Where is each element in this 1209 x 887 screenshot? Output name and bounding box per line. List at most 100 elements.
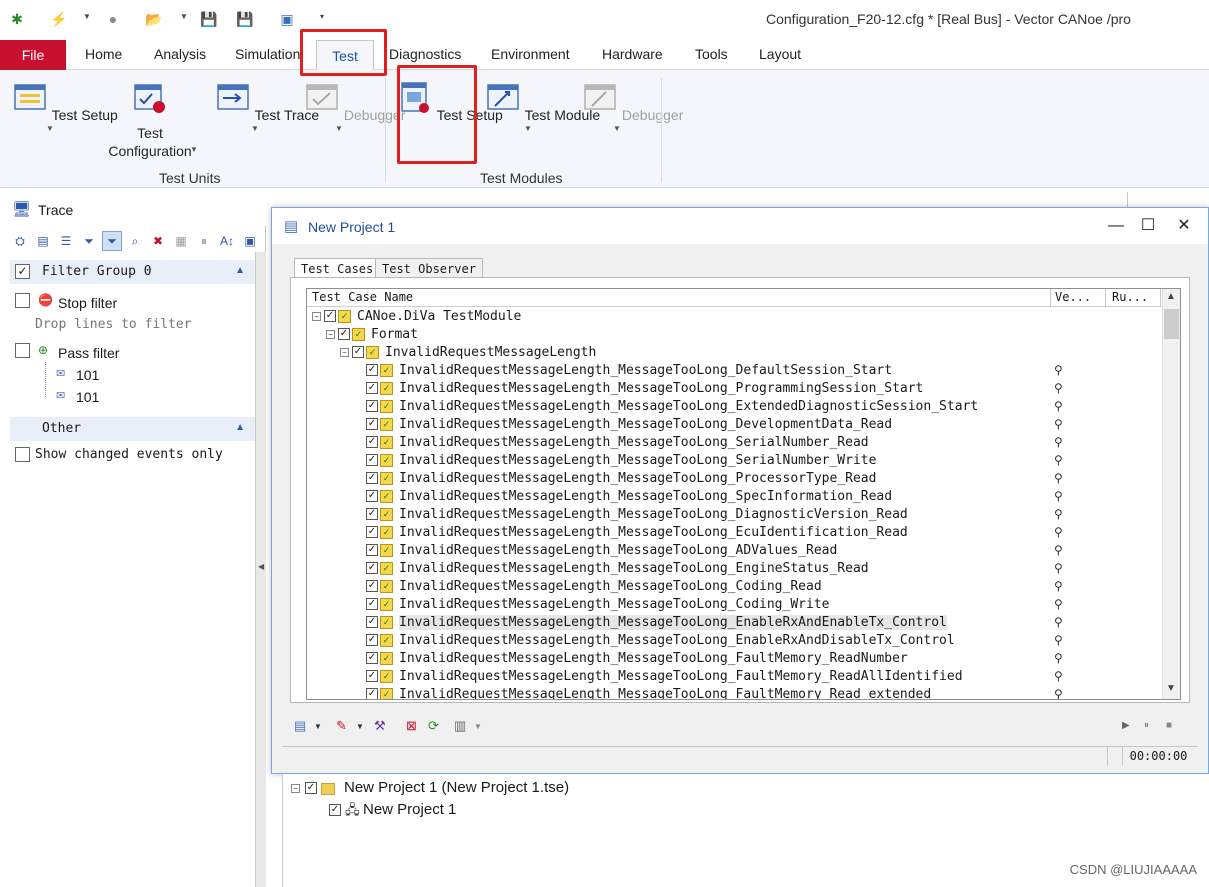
node-checkbox[interactable]: ✓ [329,804,341,816]
test-module-button[interactable]: Test Module ▼ [485,80,600,134]
filter-group-checkbox[interactable]: ✓ [15,264,30,279]
test-case-tree[interactable]: Test Case Name Ve... Ru... − ✓ ✓ CANoe.D… [306,288,1181,700]
minimize-button[interactable]: — [1106,216,1126,236]
test-case-checkbox[interactable]: ✓ [366,634,378,646]
run-icon[interactable]: ▶ [1122,720,1130,731]
test-case-row[interactable]: ✓ ✓ InvalidRequestMessageLength_MessageToo… [307,434,1162,452]
tab-layout[interactable]: Layout [759,46,801,68]
test-case-row[interactable]: ✓ ✓ InvalidRequestMessageLength_MessageToo… [307,578,1162,596]
collapse-node-icon[interactable]: − [326,330,335,339]
delete-icon[interactable]: ✖ [148,231,168,251]
columns-icon[interactable]: ☰ [56,231,76,251]
column-separator[interactable] [1105,289,1106,307]
chart-icon[interactable]: ▤ [33,231,53,251]
test-case-row[interactable]: ✓ ✓ InvalidRequestMessageLength_MessageToo… [307,686,1162,699]
close-button[interactable]: ✕ [1174,216,1194,236]
test-case-checkbox[interactable]: ✓ [366,400,378,412]
pass-filter-item[interactable]: 101 [76,389,99,405]
clear-icon[interactable]: ▦ [171,231,191,251]
collapse-icon[interactable]: ▲ [235,422,245,433]
chevron-down-icon[interactable]: ▼ [83,12,91,21]
show-changed-checkbox[interactable] [15,447,30,462]
column-runs[interactable]: Ru... [1112,290,1148,304]
pass-filter-item[interactable]: 101 [76,367,99,383]
test-case-row[interactable]: ✓ ✓ InvalidRequestMessageLength_MessageToo… [307,614,1162,632]
collapse-node-icon[interactable]: − [312,312,321,321]
test-case-checkbox[interactable]: ✓ [366,382,378,394]
test-case-row[interactable]: ✓ ✓ InvalidRequestMessageLength_MessageToo… [307,416,1162,434]
column-test-case-name[interactable]: Test Case Name [312,290,413,304]
tree-node-group[interactable]: − ✓ ✓ Format [307,326,1162,344]
tab-analysis[interactable]: Analysis [154,46,206,68]
test-trace-button[interactable]: Test Trace ▼ [215,80,319,134]
test-case-row[interactable]: ✓ ✓ InvalidRequestMessageLength_MessageToo… [307,398,1162,416]
save-icon[interactable]: 💾 [200,10,218,28]
scroll-up-icon[interactable]: ▲ [1166,291,1176,302]
test-case-checkbox[interactable]: ✓ [366,472,378,484]
test-case-checkbox[interactable]: ✓ [366,652,378,664]
other-group-header[interactable]: Other ▲ [10,417,255,441]
node-checkbox[interactable]: ✓ [338,328,350,340]
text-size-icon[interactable]: A↕ [217,231,237,251]
panel-splitter[interactable]: ◀ [255,252,266,887]
stop-test-icon[interactable]: ⊠ [406,718,417,734]
funnel-active-icon[interactable]: ⏷ [102,231,122,251]
filter-icon[interactable]: ⛭ [10,231,30,251]
test-modules-debugger-button[interactable]: Debugger ▼ [582,80,683,134]
test-case-row[interactable]: ✓ ✓ InvalidRequestMessageLength_MessageToo… [307,668,1162,686]
test-case-checkbox[interactable]: ✓ [366,688,378,699]
test-case-row[interactable]: ✓ ✓ InvalidRequestMessageLength_MessageToo… [307,452,1162,470]
test-case-row[interactable]: ✓ ✓ InvalidRequestMessageLength_MessageToo… [307,380,1162,398]
maximize-button[interactable]: ☐ [1138,216,1158,236]
test-case-row[interactable]: ✓ ✓ InvalidRequestMessageLength_MessageToo… [307,362,1162,380]
column-separator[interactable] [1160,289,1161,307]
customize-quick-access-icon[interactable]: ▾ [320,12,324,21]
node-checkbox[interactable]: ✓ [352,346,364,358]
tab-tools[interactable]: Tools [695,46,728,68]
chevron-down-icon[interactable]: ▼ [314,722,322,731]
tab-hardware[interactable]: Hardware [602,46,663,68]
test-case-row[interactable]: ✓ ✓ InvalidRequestMessageLength_MessageToo… [307,632,1162,650]
test-case-checkbox[interactable]: ✓ [366,616,378,628]
collapse-node-icon[interactable]: − [340,348,349,357]
tools-icon[interactable]: ⚒ [374,718,386,734]
package-icon[interactable]: ▣ [278,10,296,28]
stop-icon[interactable]: ■ [1166,720,1172,731]
test-case-row[interactable]: ✓ ✓ InvalidRequestMessageLength_MessageToo… [307,506,1162,524]
lightning-icon[interactable]: ⚡ [50,10,68,28]
test-case-checkbox[interactable]: ✓ [366,544,378,556]
chevron-down-icon[interactable]: ▼ [180,12,188,21]
node-checkbox[interactable]: ✓ [305,782,317,794]
tree-node-subgroup[interactable]: − ✓ ✓ InvalidRequestMessageLength [307,344,1162,362]
test-case-row[interactable]: ✓ ✓ InvalidRequestMessageLength_MessageToo… [307,542,1162,560]
column-separator[interactable] [1050,289,1051,307]
tab-environment[interactable]: Environment [491,46,570,68]
test-units-debugger-button[interactable]: Debugger ▼ [304,80,405,134]
chevron-down-icon[interactable]: ▼ [474,722,482,731]
vertical-scrollbar[interactable]: ▲ ▼ [1162,289,1180,699]
test-configuration-button[interactable]: Test Configuration [100,80,200,160]
settings-icon[interactable]: ▣ [240,231,260,251]
funnel-icon[interactable]: ⏷ [79,231,99,251]
new-test-icon[interactable]: ▤ [294,718,306,734]
test-case-row[interactable]: ✓ ✓ InvalidRequestMessageLength_MessageToo… [307,650,1162,668]
scroll-down-icon[interactable]: ▼ [1166,683,1176,694]
refresh-icon[interactable]: ⟳ [428,718,439,734]
pause-icon[interactable]: ⏸ [194,231,214,251]
test-case-row[interactable]: ✓ ✓ InvalidRequestMessageLength_MessageToo… [307,470,1162,488]
test-case-checkbox[interactable]: ✓ [366,526,378,538]
test-case-checkbox[interactable]: ✓ [366,418,378,430]
test-case-checkbox[interactable]: ✓ [366,598,378,610]
test-case-checkbox[interactable]: ✓ [366,580,378,592]
report-icon[interactable]: ▥ [454,718,466,734]
test-case-checkbox[interactable]: ✓ [366,562,378,574]
test-case-checkbox[interactable]: ✓ [366,436,378,448]
collapse-left-icon[interactable]: ◀ [258,562,264,571]
save-as-icon[interactable]: 💾 [236,10,254,28]
column-verdict[interactable]: Ve... [1055,290,1091,304]
chevron-down-icon[interactable]: ▼ [190,145,198,154]
test-case-checkbox[interactable]: ✓ [366,490,378,502]
collapse-node-icon[interactable]: − [291,784,300,793]
test-case-checkbox[interactable]: ✓ [366,454,378,466]
scroll-thumb[interactable] [1164,309,1179,339]
